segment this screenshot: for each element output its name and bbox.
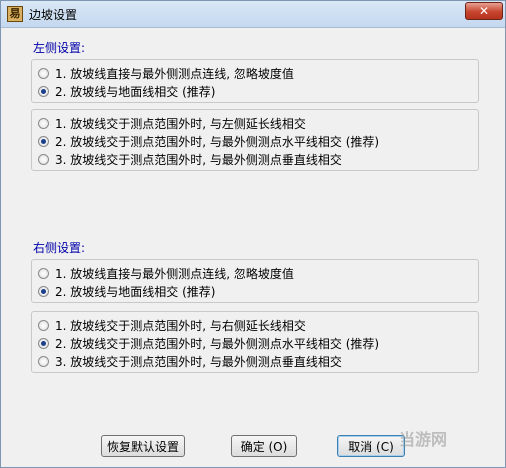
- close-button[interactable]: ✕: [465, 2, 503, 20]
- right-option-extension-line[interactable]: 1. 放坡线交于测点范围外时, 与右侧延长线相交: [38, 317, 306, 333]
- option-label: 1. 放坡线交于测点范围外时, 与右侧延长线相交: [55, 318, 306, 333]
- cancel-button[interactable]: 取消 (C): [337, 435, 405, 457]
- option-label: 3. 放坡线交于测点范围外时, 与最外侧测点垂直线相交: [55, 354, 342, 369]
- radio-button[interactable]: [38, 67, 49, 79]
- window-title: 边坡设置: [29, 8, 78, 22]
- left-out-of-range-group: 1. 放坡线交于测点范围外时, 与左侧延长线相交 2. 放坡线交于测点范围外时,…: [31, 109, 479, 171]
- radio-button[interactable]: [38, 285, 49, 297]
- app-icon: 易: [7, 6, 23, 22]
- title-bar[interactable]: 易 边坡设置 ✕: [1, 1, 505, 28]
- right-option-horizontal-line[interactable]: 2. 放坡线交于测点范围外时, 与最外侧测点水平线相交 (推荐): [38, 335, 379, 351]
- left-option-direct-connect[interactable]: 1. 放坡线直接与最外侧测点连线, 忽略坡度值: [38, 65, 294, 81]
- option-label: 3. 放坡线交于测点范围外时, 与最外侧测点垂直线相交: [55, 152, 342, 167]
- dialog-window: 易 边坡设置 ✕ 左侧设置: 1. 放坡线直接与最外侧测点连线, 忽略坡度值 2…: [0, 0, 506, 468]
- right-option-direct-connect[interactable]: 1. 放坡线直接与最外侧测点连线, 忽略坡度值: [38, 265, 294, 281]
- radio-button[interactable]: [38, 355, 49, 367]
- radio-button[interactable]: [38, 337, 49, 349]
- option-label: 1. 放坡线直接与最外侧测点连线, 忽略坡度值: [55, 266, 294, 281]
- option-label: 2. 放坡线交于测点范围外时, 与最外侧测点水平线相交 (推荐): [55, 134, 380, 149]
- option-label: 1. 放坡线直接与最外侧测点连线, 忽略坡度值: [55, 66, 294, 81]
- radio-button[interactable]: [38, 117, 49, 129]
- right-option-vertical-line[interactable]: 3. 放坡线交于测点范围外时, 与最外侧测点垂直线相交: [38, 353, 342, 369]
- radio-button[interactable]: [38, 153, 49, 165]
- right-out-of-range-group: 1. 放坡线交于测点范围外时, 与右侧延长线相交 2. 放坡线交于测点范围外时,…: [31, 311, 479, 373]
- option-label: 2. 放坡线与地面线相交 (推荐): [55, 284, 216, 299]
- restore-defaults-button[interactable]: 恢复默认设置: [101, 435, 185, 457]
- left-settings-label: 左侧设置:: [33, 41, 86, 55]
- option-label: 1. 放坡线交于测点范围外时, 与左侧延长线相交: [55, 116, 306, 131]
- option-label: 2. 放坡线交于测点范围外时, 与最外侧测点水平线相交 (推荐): [55, 336, 380, 351]
- radio-button[interactable]: [38, 267, 49, 279]
- right-slope-mode-group: 1. 放坡线直接与最外侧测点连线, 忽略坡度值 2. 放坡线与地面线相交 (推荐…: [31, 259, 479, 303]
- ok-button[interactable]: 确定 (O): [231, 435, 297, 457]
- left-option-vertical-line[interactable]: 3. 放坡线交于测点范围外时, 与最外侧测点垂直线相交: [38, 151, 342, 167]
- left-option-horizontal-line[interactable]: 2. 放坡线交于测点范围外时, 与最外侧测点水平线相交 (推荐): [38, 133, 379, 149]
- right-option-ground-intersect[interactable]: 2. 放坡线与地面线相交 (推荐): [38, 283, 215, 299]
- radio-button[interactable]: [38, 135, 49, 147]
- radio-button[interactable]: [38, 85, 49, 97]
- left-slope-mode-group: 1. 放坡线直接与最外侧测点连线, 忽略坡度值 2. 放坡线与地面线相交 (推荐…: [31, 59, 479, 103]
- right-settings-label: 右侧设置:: [33, 241, 86, 255]
- watermark: 当游网: [399, 430, 448, 449]
- radio-button[interactable]: [38, 319, 49, 331]
- left-option-ground-intersect[interactable]: 2. 放坡线与地面线相交 (推荐): [38, 83, 215, 99]
- left-option-extension-line[interactable]: 1. 放坡线交于测点范围外时, 与左侧延长线相交: [38, 115, 306, 131]
- option-label: 2. 放坡线与地面线相交 (推荐): [55, 84, 216, 99]
